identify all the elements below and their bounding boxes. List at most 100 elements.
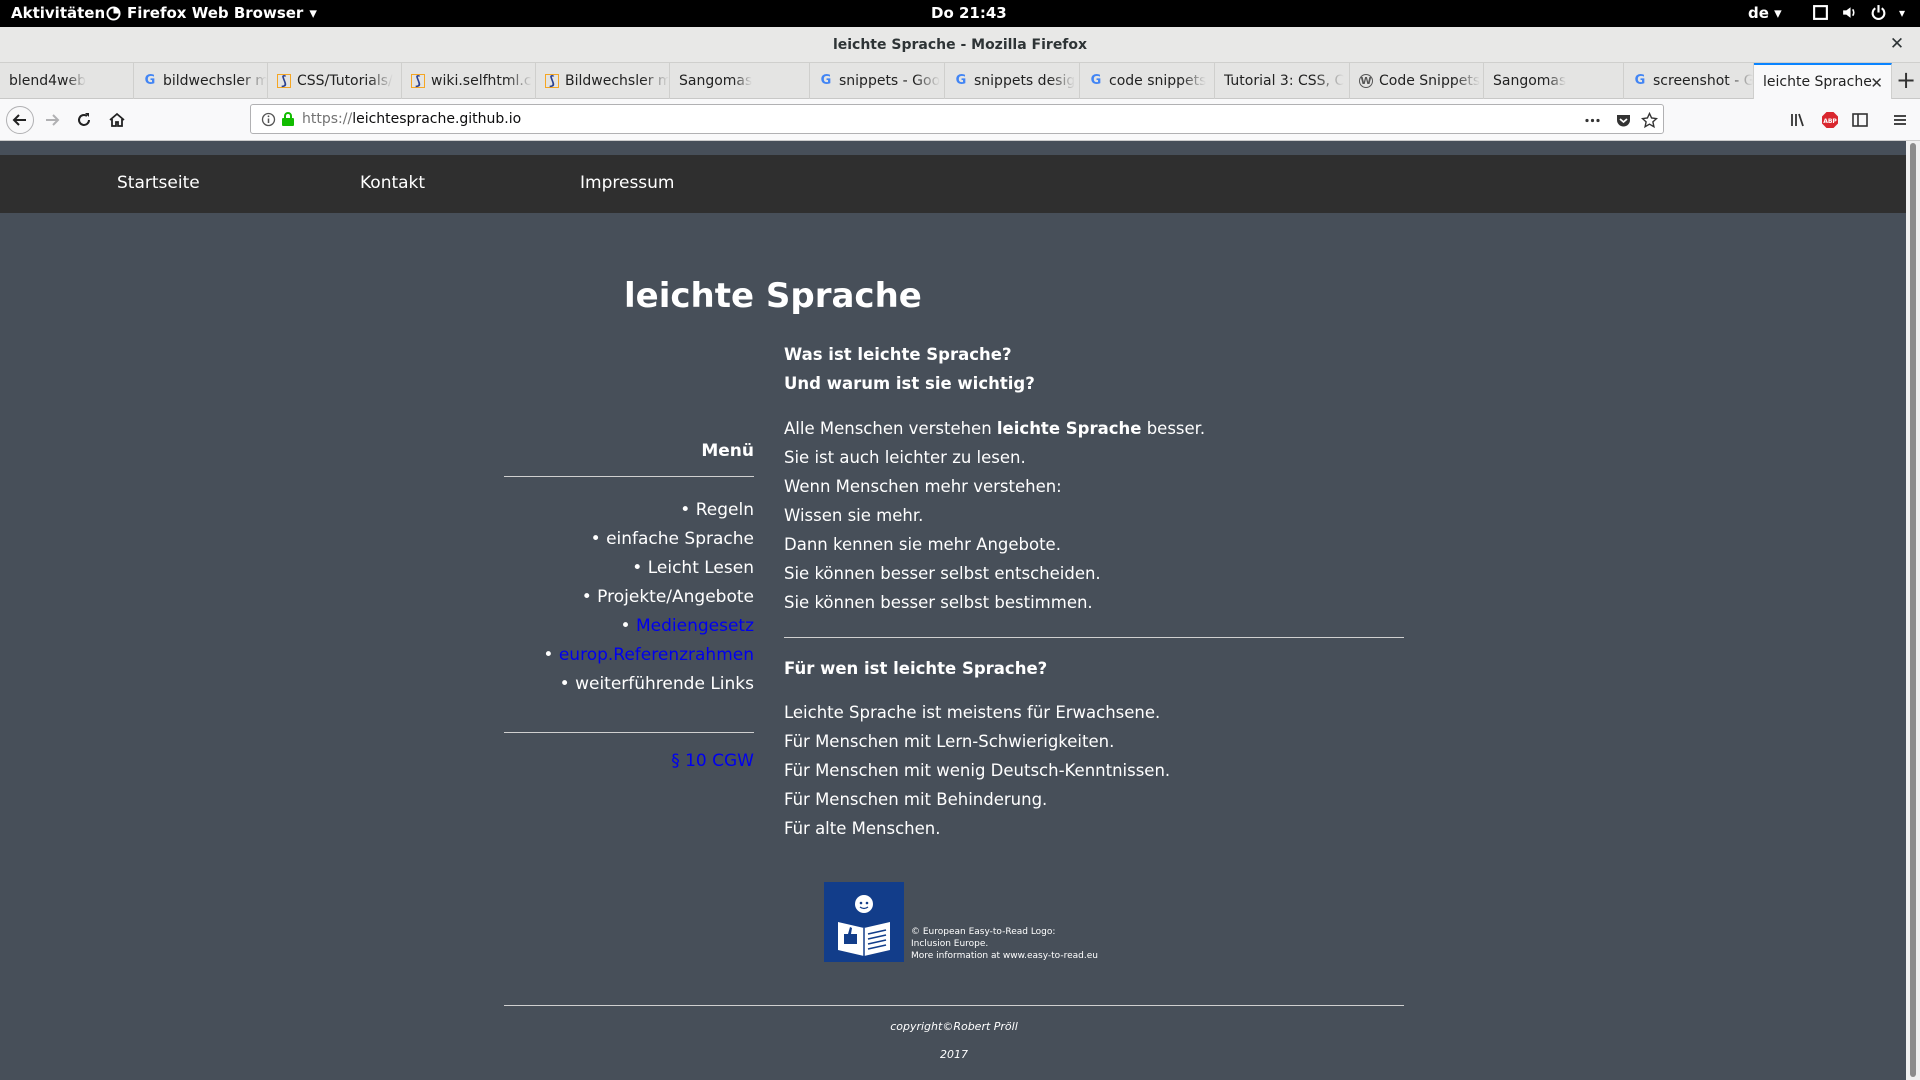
tab-label: screenshot - G bbox=[1653, 73, 1753, 89]
tab[interactable]: Gsnippets desig bbox=[945, 63, 1080, 99]
menu-item-weiterfuehrende-links[interactable]: • weiterführende Links bbox=[543, 670, 754, 699]
reload-button[interactable] bbox=[70, 106, 98, 134]
bullet: • bbox=[543, 645, 554, 665]
tab[interactable]: Sangomas bbox=[1484, 63, 1624, 99]
page-scrollbar[interactable] bbox=[1906, 141, 1920, 1080]
lock-icon[interactable] bbox=[281, 111, 295, 127]
scrollbar-thumb[interactable] bbox=[1910, 143, 1916, 1077]
info-icon[interactable] bbox=[261, 112, 276, 127]
tab-label: snippets - Goo bbox=[839, 73, 941, 89]
menu-item-label: Regeln bbox=[695, 500, 754, 520]
arrow-right-icon bbox=[46, 114, 60, 126]
paragraph-line: Für Menschen mit wenig Deutsch-Kenntniss… bbox=[784, 761, 1171, 780]
arrow-left-icon bbox=[12, 114, 26, 126]
paragraph-line: Leichte Sprache ist meistens für Erwachs… bbox=[784, 703, 1161, 722]
bullet: • bbox=[620, 616, 631, 636]
tab[interactable]: W Code Snippets bbox=[1350, 63, 1484, 99]
paragraph-line: Sie können besser selbst entscheiden. bbox=[784, 564, 1101, 583]
tab-label: snippets desig bbox=[974, 73, 1076, 89]
menu-item-leicht-lesen[interactable]: • Leicht Lesen bbox=[543, 554, 754, 583]
tab-label: CSS/Tutorials/ bbox=[297, 73, 393, 89]
close-icon[interactable]: ✕ bbox=[1870, 74, 1883, 92]
bookmark-star-button[interactable] bbox=[1639, 110, 1659, 130]
tab[interactable]: ⟆ Bildwechsler m bbox=[536, 63, 670, 99]
tab[interactable]: Gbildwechsler m bbox=[134, 63, 268, 99]
url-bar[interactable]: https://leichtesprache.github.io bbox=[250, 104, 1664, 134]
language-selector[interactable]: de ▾ bbox=[1748, 4, 1782, 22]
menu-item-einfache-sprache[interactable]: • einfache Sprache bbox=[543, 525, 754, 554]
star-icon bbox=[1640, 111, 1658, 128]
home-button[interactable] bbox=[103, 106, 131, 134]
tab[interactable]: blend4web bbox=[0, 63, 134, 99]
window-icon bbox=[1813, 5, 1828, 20]
paragraph-line: Wenn Menschen mehr verstehen: bbox=[784, 477, 1062, 496]
forward-button[interactable] bbox=[38, 106, 66, 134]
text-part: Alle Menschen verstehen bbox=[784, 419, 997, 438]
menu-link-europ-referenzrahmen[interactable]: • europ.Referenzrahmen bbox=[543, 641, 754, 670]
library-icon bbox=[1791, 113, 1804, 127]
sidebar-button[interactable] bbox=[1846, 106, 1874, 134]
menu-item-label: einfache Sprache bbox=[606, 529, 754, 549]
system-top-bar: Aktivitäten Firefox Web Browser ▾ Do 21:… bbox=[0, 0, 1920, 27]
window-close-button[interactable]: ✕ bbox=[1886, 33, 1908, 55]
google-icon: G bbox=[1634, 73, 1646, 88]
menu-link-mediengesetz[interactable]: • Mediengesetz bbox=[543, 612, 754, 641]
more-icon bbox=[1584, 118, 1600, 122]
tab[interactable]: Tutorial 3: CSS, C bbox=[1215, 63, 1350, 99]
tab[interactable]: Gscreenshot - G bbox=[1624, 63, 1754, 99]
tab[interactable]: Sangomas bbox=[670, 63, 810, 99]
page-actions-button[interactable] bbox=[1582, 110, 1602, 130]
tab[interactable]: ⟆ wiki.selfhtml.c bbox=[402, 63, 536, 99]
menu-item-regeln[interactable]: • Regeln bbox=[543, 496, 754, 525]
google-icon: G bbox=[1090, 73, 1102, 88]
nav-link-startseite[interactable]: Startseite bbox=[117, 173, 200, 193]
site-title: leichte Sprache bbox=[624, 276, 922, 316]
pocket-button[interactable] bbox=[1613, 110, 1633, 130]
nav-link-kontakt[interactable]: Kontakt bbox=[360, 173, 425, 193]
menu-item-label: Mediengesetz bbox=[635, 616, 754, 636]
site-navigation: Startseite Kontakt Impressum bbox=[0, 155, 1906, 213]
back-button[interactable] bbox=[6, 106, 34, 134]
selfhtml-icon: ⟆ bbox=[411, 74, 425, 89]
tab[interactable]: ⟆ CSS/Tutorials/ bbox=[268, 63, 402, 99]
logo-credit-line: Inclusion Europe. bbox=[911, 939, 989, 949]
library-button[interactable] bbox=[1784, 106, 1812, 134]
tab[interactable]: Gcode snippets bbox=[1080, 63, 1215, 99]
main-menu-button[interactable] bbox=[1886, 106, 1914, 134]
new-tab-button[interactable]: + bbox=[1892, 63, 1920, 99]
bullet: • bbox=[680, 500, 691, 520]
menu-item-projekte-angebote[interactable]: • Projekte/Angebote bbox=[543, 583, 754, 612]
paragraph-line: Für alte Menschen. bbox=[784, 819, 941, 838]
tab-label: blend4web bbox=[9, 73, 87, 89]
system-tray[interactable]: ▾ bbox=[1812, 4, 1905, 21]
firefox-icon bbox=[106, 5, 121, 21]
sidebar-icon bbox=[1852, 113, 1868, 127]
divider bbox=[784, 637, 1404, 638]
app-menu[interactable]: Firefox Web Browser ▾ bbox=[106, 4, 317, 22]
text-bold: leichte Sprache bbox=[996, 419, 1142, 438]
tab-label: Sangomas bbox=[1493, 73, 1567, 89]
menu-item-label: weiterführende Links bbox=[575, 674, 754, 694]
cgw-link[interactable]: § 10 CGW bbox=[671, 751, 754, 771]
language-label: de bbox=[1748, 4, 1769, 22]
bullet: • bbox=[632, 558, 643, 578]
paragraph-line: Sie können besser selbst bestimmen. bbox=[784, 593, 1093, 612]
text-part: besser. bbox=[1141, 419, 1206, 438]
tab-active[interactable]: leichte Sprache ✕ bbox=[1754, 63, 1892, 99]
logo-credit-line: © European Easy-to-Read Logo: bbox=[911, 927, 1056, 937]
copyright: copyright©Robert Pröll bbox=[890, 1020, 1018, 1033]
adblock-icon: ABP bbox=[1822, 112, 1838, 128]
adblock-button[interactable]: ABP bbox=[1816, 106, 1844, 134]
clock[interactable]: Do 21:43 bbox=[931, 4, 1007, 22]
nav-link-impressum[interactable]: Impressum bbox=[580, 173, 675, 193]
window-title: leichte Sprache - Mozilla Firefox bbox=[832, 37, 1088, 53]
copyright-year: 2017 bbox=[940, 1048, 968, 1061]
paragraph-line: Wissen sie mehr. bbox=[784, 506, 924, 525]
tab-label: Sangomas bbox=[679, 73, 753, 89]
selfhtml-icon: ⟆ bbox=[277, 74, 291, 89]
activities-button[interactable]: Aktivitäten bbox=[11, 4, 105, 22]
home-icon bbox=[109, 112, 125, 127]
tab[interactable]: Gsnippets - Goo bbox=[810, 63, 945, 99]
logo-credit: © European Easy-to-Read Logo: Inclusion … bbox=[911, 926, 1098, 962]
url-text[interactable]: https://leichtesprache.github.io bbox=[302, 111, 521, 127]
